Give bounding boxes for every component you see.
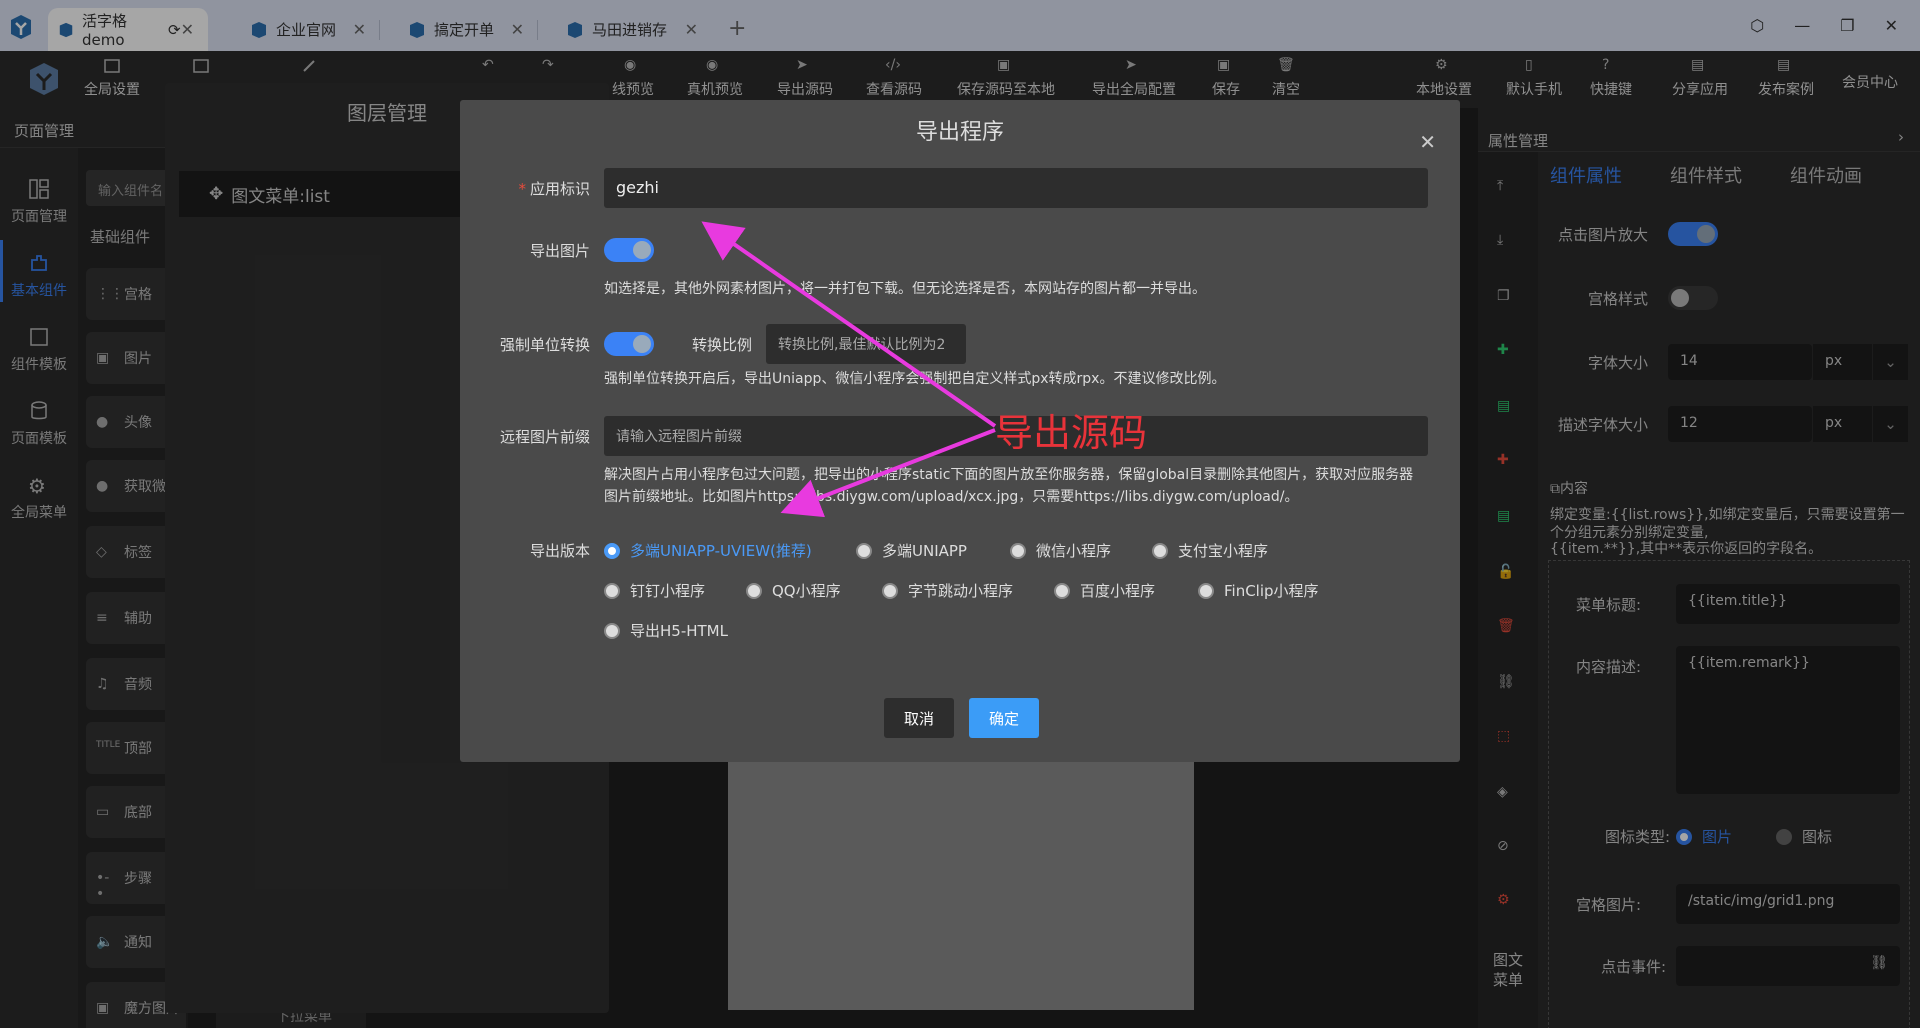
version-radio-uview[interactable]: 多端UNIAPP-UVIEW(推荐) xyxy=(604,540,812,561)
app-id-input[interactable]: gezhi xyxy=(604,168,1428,208)
app-id-label: * 应用标识 xyxy=(518,180,590,198)
version-radio-bytedance[interactable]: 字节跳动小程序 xyxy=(882,580,1013,601)
export-images-help: 如选择是，其他外网素材图片，将一并打包下载。但无论选择是否，本网站存的图片都一并… xyxy=(604,281,1206,297)
version-radio-wechat[interactable]: 微信小程序 xyxy=(1010,540,1111,561)
cancel-button[interactable]: 取消 xyxy=(884,698,954,738)
confirm-button[interactable]: 确定 xyxy=(969,698,1039,738)
annotation-label: 导出源码 xyxy=(995,411,1148,455)
remote-prefix-help: 解决图片占用小程序包过大问题，把导出的小程序static下面的图片放至你服务器，… xyxy=(604,467,1414,505)
export-images-label: 导出图片 xyxy=(529,242,590,260)
version-radio-uniapp[interactable]: 多端UNIAPP xyxy=(856,540,967,561)
version-radio-h5[interactable]: 导出H5-HTML xyxy=(604,620,728,641)
force-unit-switch[interactable] xyxy=(604,332,654,356)
ratio-label: 转换比例 xyxy=(692,336,753,354)
force-unit-label: 强制单位转换 xyxy=(499,336,590,354)
version-radio-baidu[interactable]: 百度小程序 xyxy=(1054,580,1155,601)
dialog-title: 导出程序 xyxy=(915,120,1004,145)
force-unit-help: 强制单位转换开启后，导出Uniapp、微信小程序会强制把自定义样式px转成rpx… xyxy=(604,371,1226,387)
export-program-dialog: 导出程序 ✕ * 应用标识 gezhi 导出图片 如选择是，其他外网素材图片，将一… xyxy=(460,100,1460,762)
version-radio-alipay[interactable]: 支付宝小程序 xyxy=(1152,540,1268,561)
ratio-input[interactable]: 转换比例,最佳默认比例为2 xyxy=(766,324,966,364)
version-label: 导出版本 xyxy=(529,542,590,560)
close-icon[interactable]: ✕ xyxy=(1419,130,1436,154)
version-radio-finclip[interactable]: FinClip小程序 xyxy=(1198,580,1319,601)
version-radio-dingtalk[interactable]: 钉钉小程序 xyxy=(604,580,705,601)
version-radio-qq[interactable]: QQ小程序 xyxy=(746,580,841,601)
export-images-switch[interactable] xyxy=(604,238,654,262)
remote-prefix-label: 远程图片前缀 xyxy=(499,428,590,446)
